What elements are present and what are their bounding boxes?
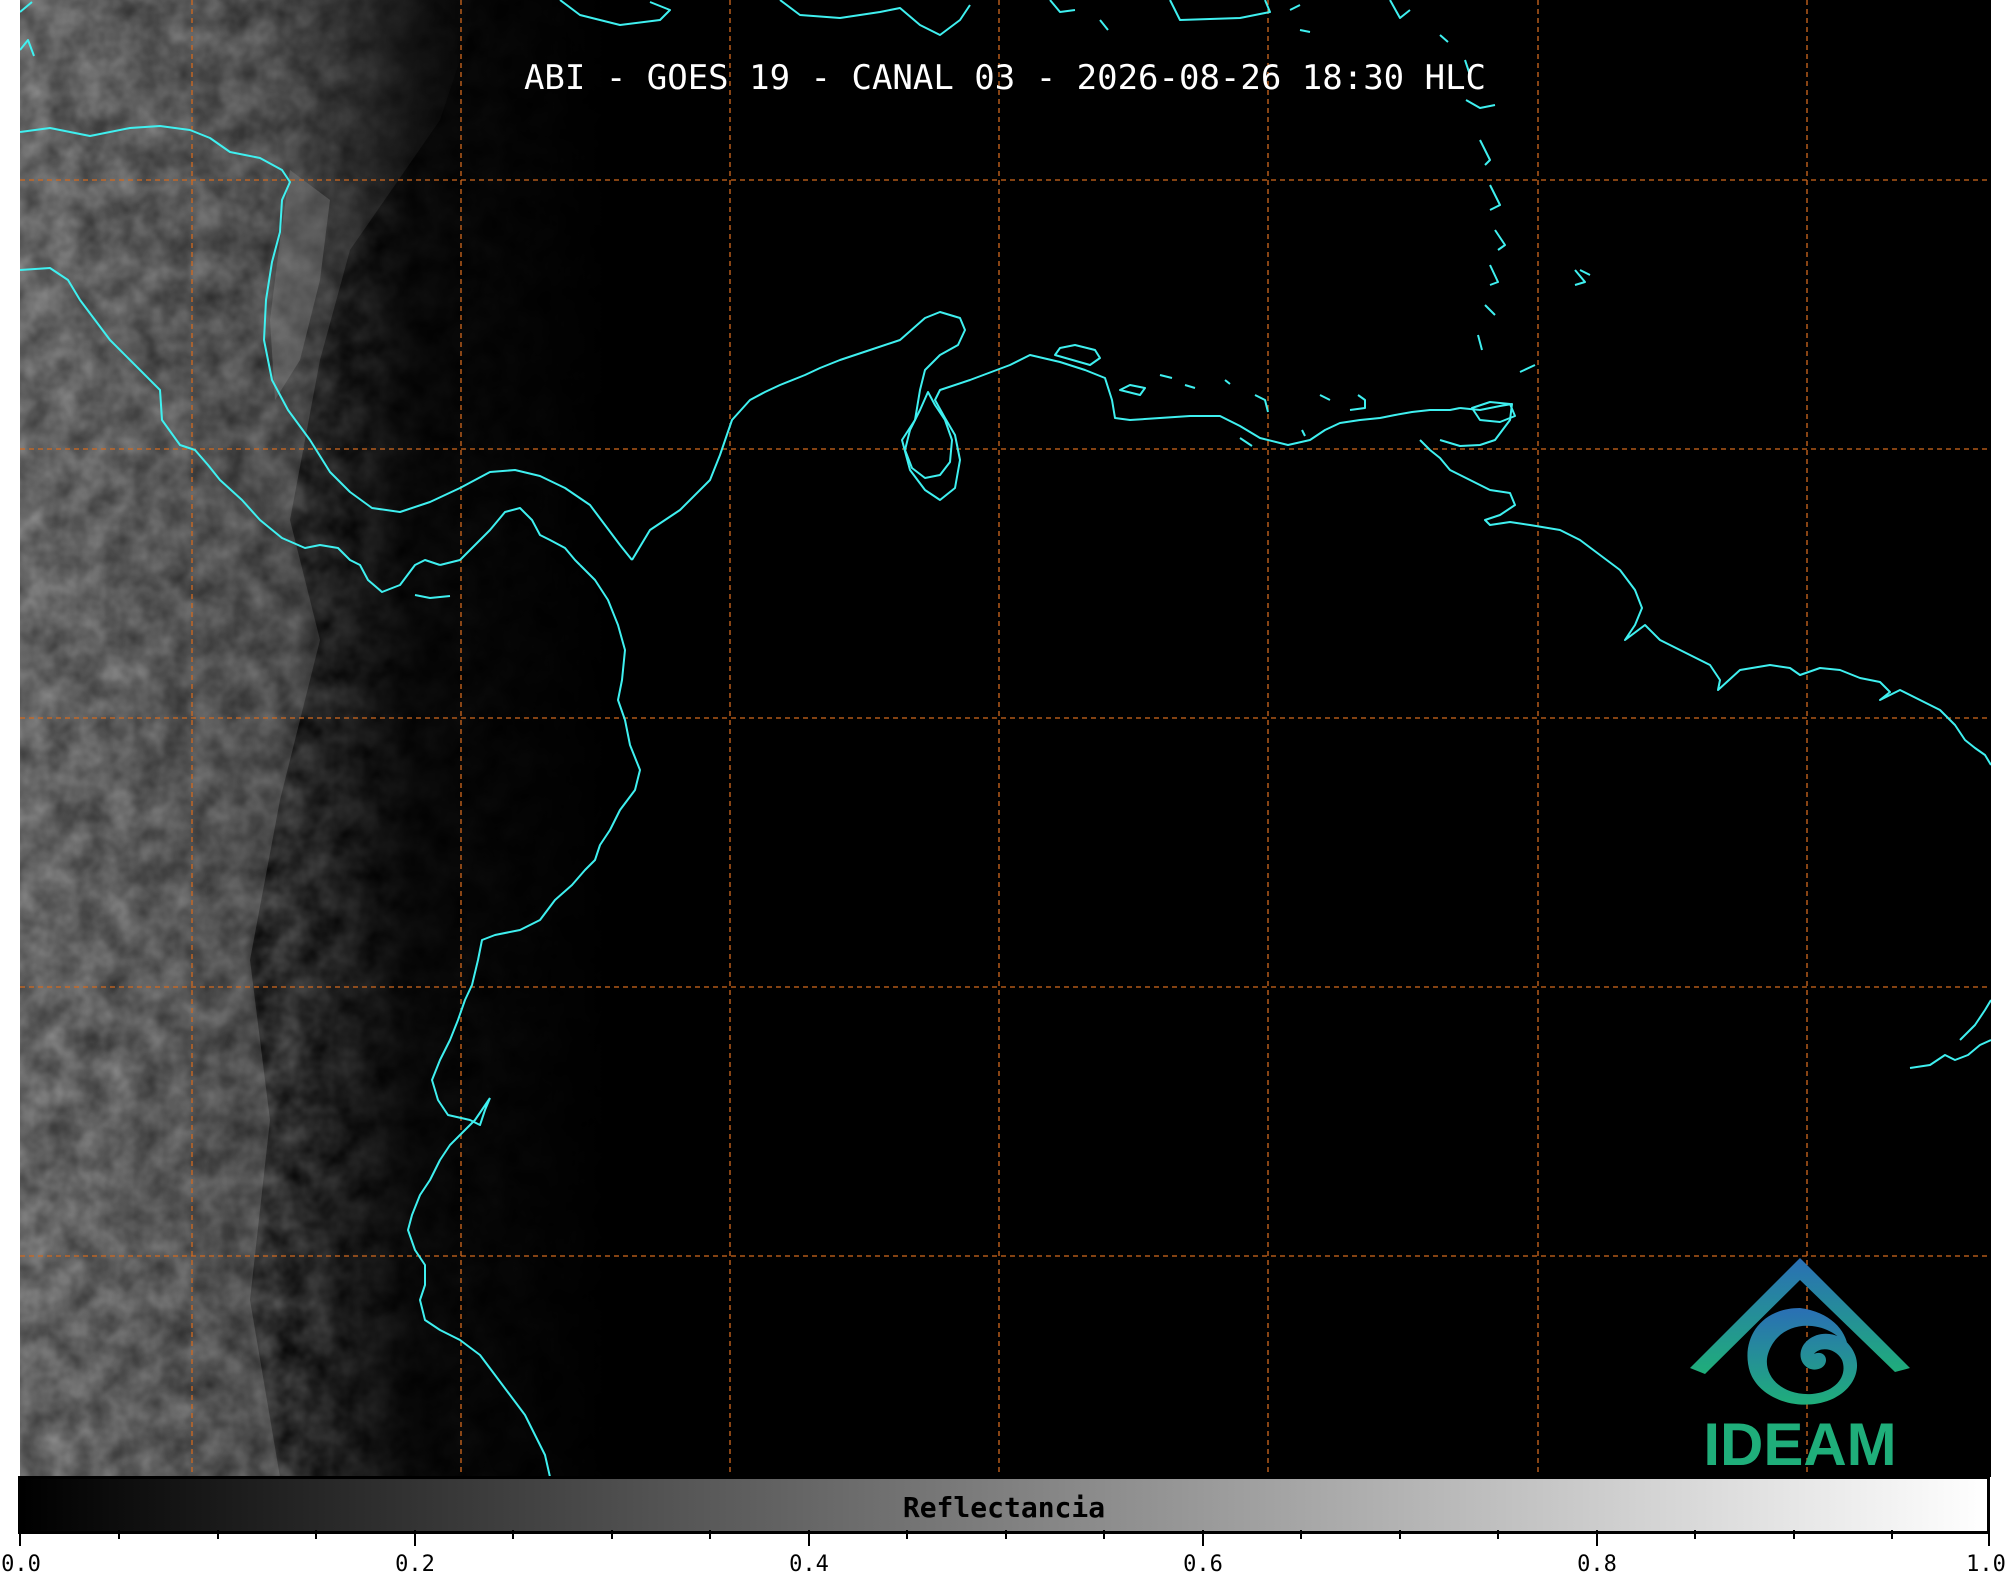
ideam-logo-emblem xyxy=(1690,1258,1910,1405)
colorbar-tick-label: 0.4 xyxy=(789,1552,829,1577)
ideam-logo: IDEAM xyxy=(1680,1250,1920,1477)
map-title: ABI - GOES 19 - CANAL 03 - 2026-08-26 18… xyxy=(524,58,1486,98)
colorbar-tick-label: 0.0 xyxy=(1,1552,41,1577)
colorbar-ticks xyxy=(19,1530,1990,1546)
ideam-logo-text: IDEAM xyxy=(1703,1411,1897,1477)
colorbar-tick-label: 0.6 xyxy=(1183,1552,1223,1577)
colorbar-tick-label: 1.0 xyxy=(1966,1552,2006,1577)
colorbar-label: Reflectancia xyxy=(902,1491,1106,1524)
colorbar-tick-label: 0.2 xyxy=(395,1552,435,1577)
colorbar-tick-label: 0.8 xyxy=(1577,1552,1617,1577)
satellite-map: ABI - GOES 19 - CANAL 03 - 2026-08-26 18… xyxy=(20,0,1991,1477)
reflectance-colorbar: Reflectancia xyxy=(18,1476,1990,1534)
